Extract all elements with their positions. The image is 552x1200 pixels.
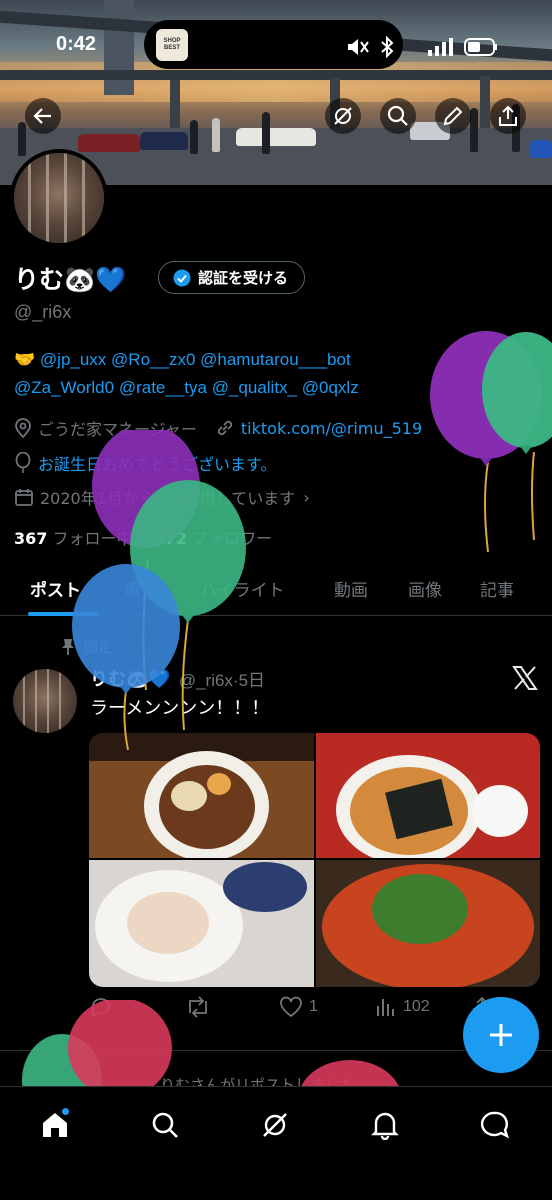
cage-bar — [35, 669, 37, 733]
pencil-icon — [443, 106, 463, 126]
post-photo[interactable] — [89, 733, 314, 858]
ramen-egg — [207, 773, 231, 795]
bluetooth-icon — [381, 36, 394, 58]
edit-button[interactable] — [435, 98, 471, 134]
back-button[interactable] — [25, 98, 61, 134]
chevron-right-icon: › — [303, 487, 310, 507]
banner-pillar — [170, 80, 180, 130]
nav-notifications[interactable] — [365, 1105, 405, 1145]
plus-icon — [490, 1024, 512, 1046]
x-logo-icon[interactable] — [512, 666, 538, 690]
location-pin-icon — [15, 418, 31, 438]
banner-person — [262, 112, 270, 154]
now-playing-thumbnail: SHOP BEST — [156, 29, 188, 61]
profile-handle: @_ri6x — [14, 302, 72, 322]
cage-bar — [64, 153, 67, 243]
post-media-grid — [89, 733, 540, 987]
search-button[interactable] — [380, 98, 416, 134]
notification-dot — [61, 1107, 70, 1116]
cage-bar — [23, 669, 25, 733]
birthday-balloons-left — [72, 430, 246, 750]
cage-bar — [47, 669, 49, 733]
cage-bar — [46, 153, 49, 243]
bio-mention[interactable]: @jp_uxx — [40, 350, 106, 369]
profile-website-link[interactable]: tiktok.com/@rimu_519 — [241, 419, 422, 438]
mute-icon — [348, 39, 369, 55]
post-photo[interactable] — [316, 733, 540, 858]
birthday-balloons-right — [430, 331, 552, 553]
bio-mention[interactable]: @hamutarou___bot — [200, 350, 351, 369]
grok-icon — [263, 1113, 287, 1137]
bio-mention[interactable]: @0qxlz — [302, 378, 359, 397]
rice-bowl — [472, 785, 528, 837]
post-photo[interactable] — [89, 860, 314, 987]
nav-grok[interactable] — [255, 1105, 295, 1145]
banner-car — [78, 134, 140, 152]
cage-bar — [59, 669, 61, 733]
bottom-navigation — [0, 1086, 552, 1200]
calendar-icon — [15, 489, 33, 506]
tab-videos[interactable]: 動画 — [334, 576, 368, 601]
nav-home[interactable] — [35, 1105, 75, 1145]
bio-mention[interactable]: @_qualitx_ — [212, 378, 297, 397]
following-count: 367 — [14, 529, 48, 548]
banner-pillar — [480, 76, 490, 130]
ramen-soup — [159, 765, 255, 849]
display-name-row: りむ🐼💙 — [14, 260, 126, 296]
chashu — [127, 892, 209, 954]
banner-person — [470, 108, 478, 152]
avatar-image — [13, 669, 77, 733]
display-name: りむ🐼💙 — [14, 265, 127, 294]
bell-icon — [371, 1112, 399, 1140]
compose-button[interactable] — [463, 997, 539, 1073]
nav-search[interactable] — [145, 1105, 185, 1145]
banner-tower — [104, 0, 134, 95]
banner-highway — [0, 70, 552, 80]
green-onion — [372, 874, 468, 944]
bio-mention[interactable]: @Za_World0 — [14, 378, 114, 397]
banner-person — [212, 118, 220, 152]
banner-person — [18, 122, 26, 156]
share-button[interactable] — [490, 98, 526, 134]
cage-bar — [82, 153, 85, 243]
avatar-image — [14, 153, 104, 243]
status-time: 0:42 — [56, 33, 97, 55]
get-verified-label: 認証を受ける — [198, 269, 289, 287]
grok-button[interactable] — [325, 98, 361, 134]
banner-car — [236, 128, 316, 146]
cage-bar — [28, 153, 31, 243]
handshake-emoji: 🤝 — [14, 350, 36, 369]
side-bowl — [223, 862, 307, 912]
grok-icon — [334, 107, 352, 125]
banner-person — [190, 120, 198, 154]
bio-mention[interactable]: @rate__tya — [119, 378, 207, 397]
get-verified-button[interactable]: 認証を受ける — [158, 261, 306, 294]
birthday-balloons-bottom — [22, 1000, 401, 1090]
post-author-avatar[interactable] — [13, 669, 77, 733]
share-icon — [499, 105, 517, 126]
nav-messages[interactable] — [475, 1105, 515, 1145]
banner-car — [530, 140, 552, 158]
verified-badge-icon — [173, 269, 191, 286]
bio-mention[interactable]: @Ro__zx0 — [111, 350, 195, 369]
messages-icon — [480, 1111, 510, 1139]
profile-avatar[interactable] — [10, 149, 108, 247]
tab-images[interactable]: 画像 — [408, 576, 442, 601]
arrow-left-icon — [33, 108, 51, 124]
ramen-topping — [171, 781, 207, 811]
search-icon — [387, 105, 408, 126]
tab-articles[interactable]: 記事 — [480, 576, 514, 601]
battery-icon — [464, 38, 497, 56]
status-icons — [346, 36, 498, 58]
post-photo[interactable] — [316, 860, 540, 987]
signal-icon — [428, 38, 453, 56]
search-icon — [152, 1112, 178, 1138]
banner-car — [140, 132, 188, 150]
profile-bio: 🤝 @jp_uxx @Ro__zx0 @hamutarou___bot @Za_… — [14, 346, 494, 402]
balloon-icon — [15, 452, 31, 473]
